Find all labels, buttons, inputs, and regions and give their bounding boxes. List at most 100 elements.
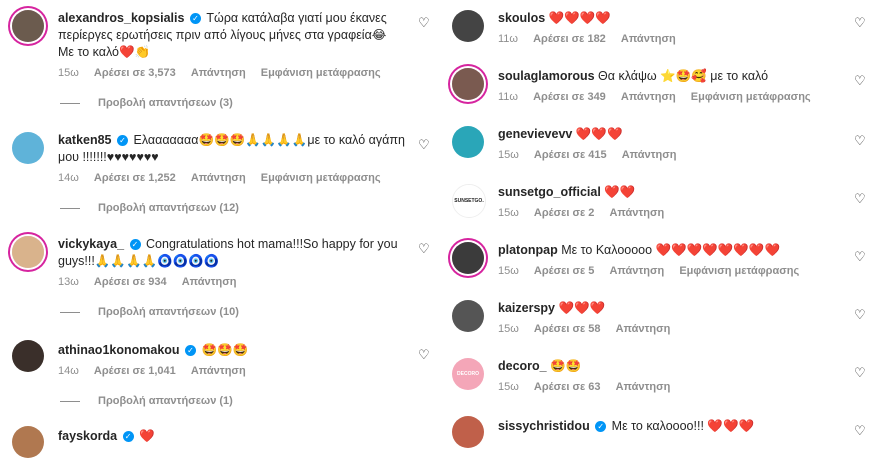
comment-username[interactable]: alexandros_kopsialis bbox=[58, 11, 184, 25]
like-heart-icon[interactable]: ♡ bbox=[418, 242, 432, 256]
reply-button[interactable]: Απάντηση bbox=[616, 381, 671, 393]
avatar[interactable] bbox=[12, 426, 44, 458]
likes-count[interactable]: Αρέσει σε 934 bbox=[94, 276, 167, 288]
comment-text: περίεργες ερωτήσεις πριν από λίγους μήνε… bbox=[58, 28, 387, 42]
comment-username[interactable]: soulaglamorous bbox=[498, 69, 595, 83]
like-heart-icon[interactable]: ♡ bbox=[418, 348, 432, 362]
reply-button[interactable]: Απάντηση bbox=[621, 91, 676, 103]
reply-button[interactable]: Απάντηση bbox=[191, 365, 246, 377]
avatar[interactable] bbox=[452, 242, 484, 274]
like-heart-icon[interactable]: ♡ bbox=[854, 424, 868, 438]
comment-meta: 14ω Αρέσει σε 1,041 Απάντηση bbox=[58, 365, 400, 377]
like-heart-icon[interactable]: ♡ bbox=[418, 138, 432, 152]
comment-username[interactable]: vickykaya_ bbox=[58, 237, 124, 251]
comment-time: 14ω bbox=[58, 172, 79, 184]
comment-body: athinao1konomakou ✓ 🤩🤩🤩 14ω Αρέσει σε 1,… bbox=[58, 342, 400, 377]
avatar[interactable] bbox=[452, 416, 484, 448]
comment-time: 15ω bbox=[498, 207, 519, 219]
likes-count[interactable]: Αρέσει σε 349 bbox=[533, 91, 606, 103]
right-comments-column: skoulos ❤️❤️❤️❤️ 11ω Αρέσει σε 182 Απάντ… bbox=[440, 0, 880, 448]
comment-username[interactable]: platonpap bbox=[498, 243, 558, 257]
avatar[interactable] bbox=[452, 10, 484, 42]
comment-username[interactable]: decoro_ bbox=[498, 359, 547, 373]
avatar[interactable]: DECORO bbox=[452, 358, 484, 390]
translate-button[interactable]: Εμφάνιση μετάφρασης bbox=[261, 67, 381, 79]
like-heart-icon[interactable]: ♡ bbox=[854, 192, 868, 206]
comment-body: sunsetgo_official ❤️❤️ 15ω Αρέσει σε 2 Α… bbox=[498, 184, 840, 219]
comment-meta: 15ω Αρέσει σε 58 Απάντηση bbox=[498, 323, 840, 335]
like-heart-icon[interactable]: ♡ bbox=[854, 134, 868, 148]
divider bbox=[60, 400, 80, 402]
comment-text: ❤️❤️❤️ bbox=[558, 301, 606, 315]
comment-meta: 11ω Αρέσει σε 182 Απάντηση bbox=[498, 33, 840, 45]
translate-button[interactable]: Εμφάνιση μετάφρασης bbox=[691, 91, 811, 103]
comment-time: 15ω bbox=[498, 265, 519, 277]
like-heart-icon[interactable]: ♡ bbox=[854, 366, 868, 380]
comment-body: vickykaya_ ✓ Congratulations hot mama!!!… bbox=[58, 236, 400, 288]
view-replies-label: Προβολή απαντήσεων (1) bbox=[98, 395, 233, 407]
avatar[interactable] bbox=[452, 300, 484, 332]
reply-button[interactable]: Απάντηση bbox=[182, 276, 237, 288]
comment-time: 11ω bbox=[498, 33, 519, 45]
comment-text: Με το καλοooo!!! ❤️❤️❤️ bbox=[611, 419, 755, 433]
avatar[interactable] bbox=[12, 236, 44, 268]
likes-count[interactable]: Αρέσει σε 2 bbox=[534, 207, 595, 219]
left-comments-column: alexandros_kopsialis ✓ Τώρα κατάλαβα για… bbox=[0, 0, 440, 458]
comment-username[interactable]: athinao1konomakou bbox=[58, 343, 180, 357]
avatar[interactable] bbox=[452, 68, 484, 100]
comment-username[interactable]: genevievevv bbox=[498, 127, 572, 141]
comment-username[interactable]: katken85 bbox=[58, 133, 112, 147]
translate-button[interactable]: Εμφάνιση μετάφρασης bbox=[261, 172, 381, 184]
likes-count[interactable]: Αρέσει σε 1,041 bbox=[94, 365, 176, 377]
comment-username[interactable]: kaizerspy bbox=[498, 301, 555, 315]
likes-count[interactable]: Αρέσει σε 415 bbox=[534, 149, 607, 161]
view-replies-button[interactable]: Προβολή απαντήσεων (10) bbox=[60, 306, 239, 318]
view-replies-label: Προβολή απαντήσεων (12) bbox=[98, 202, 239, 214]
comment-username[interactable]: sissychristidou bbox=[498, 419, 590, 433]
comment-meta: 15ω Αρέσει σε 3,573 Απάντηση Εμφάνιση με… bbox=[58, 67, 400, 79]
verified-badge-icon: ✓ bbox=[595, 421, 607, 433]
translate-button[interactable]: Εμφάνιση μετάφρασης bbox=[679, 265, 799, 277]
reply-button[interactable]: Απάντηση bbox=[609, 265, 664, 277]
avatar[interactable] bbox=[452, 126, 484, 158]
likes-count[interactable]: Αρέσει σε 63 bbox=[534, 381, 601, 393]
view-replies-button[interactable]: Προβολή απαντήσεων (3) bbox=[60, 97, 233, 109]
like-heart-icon[interactable]: ♡ bbox=[418, 16, 432, 30]
comment-body: skoulos ❤️❤️❤️❤️ 11ω Αρέσει σε 182 Απάντ… bbox=[498, 10, 840, 45]
likes-count[interactable]: Αρέσει σε 5 bbox=[534, 265, 595, 277]
comment-username[interactable]: fayskorda bbox=[58, 429, 117, 443]
like-heart-icon[interactable]: ♡ bbox=[854, 74, 868, 88]
comment-body: soulaglamorous Θα κλάψω ⭐🤩🥰 με το καλό 1… bbox=[498, 68, 840, 103]
comment-text: ❤️ bbox=[139, 429, 155, 443]
reply-button[interactable]: Απάντηση bbox=[609, 207, 664, 219]
reply-button[interactable]: Απάντηση bbox=[191, 172, 246, 184]
comment-time: 14ω bbox=[58, 365, 79, 377]
view-replies-button[interactable]: Προβολή απαντήσεων (12) bbox=[60, 202, 239, 214]
reply-button[interactable]: Απάντηση bbox=[622, 149, 677, 161]
comment-time: 15ω bbox=[498, 381, 519, 393]
reply-button[interactable]: Απάντηση bbox=[621, 33, 676, 45]
view-replies-button[interactable]: Προβολή απαντήσεων (1) bbox=[60, 395, 233, 407]
avatar[interactable]: SUNSETGO. bbox=[452, 184, 486, 218]
like-heart-icon[interactable]: ♡ bbox=[854, 250, 868, 264]
comment-time: 15ω bbox=[58, 67, 79, 79]
like-heart-icon[interactable]: ♡ bbox=[854, 308, 868, 322]
like-heart-icon[interactable]: ♡ bbox=[854, 16, 868, 30]
avatar[interactable] bbox=[12, 10, 44, 42]
avatar[interactable] bbox=[12, 132, 44, 164]
avatar[interactable] bbox=[12, 340, 44, 372]
comment-body: sissychristidou ✓ Με το καλοooo!!! ❤️❤️❤… bbox=[498, 418, 840, 435]
likes-count[interactable]: Αρέσει σε 3,573 bbox=[94, 67, 176, 79]
reply-button[interactable]: Απάντηση bbox=[191, 67, 246, 79]
likes-count[interactable]: Αρέσει σε 182 bbox=[533, 33, 606, 45]
likes-count[interactable]: Αρέσει σε 58 bbox=[534, 323, 601, 335]
comment-username[interactable]: sunsetgo_official bbox=[498, 185, 601, 199]
comment-username[interactable]: skoulos bbox=[498, 11, 545, 25]
comment-text: Θα κλάψω ⭐🤩🥰 με το καλό bbox=[598, 69, 769, 83]
comment-time: 15ω bbox=[498, 323, 519, 335]
likes-count[interactable]: Αρέσει σε 1,252 bbox=[94, 172, 176, 184]
divider bbox=[60, 207, 80, 209]
reply-button[interactable]: Απάντηση bbox=[616, 323, 671, 335]
comment-meta: 15ω Αρέσει σε 63 Απάντηση bbox=[498, 381, 840, 393]
comment-text: μου !!!!!!!♥♥♥♥♥♥♥ bbox=[58, 150, 159, 164]
